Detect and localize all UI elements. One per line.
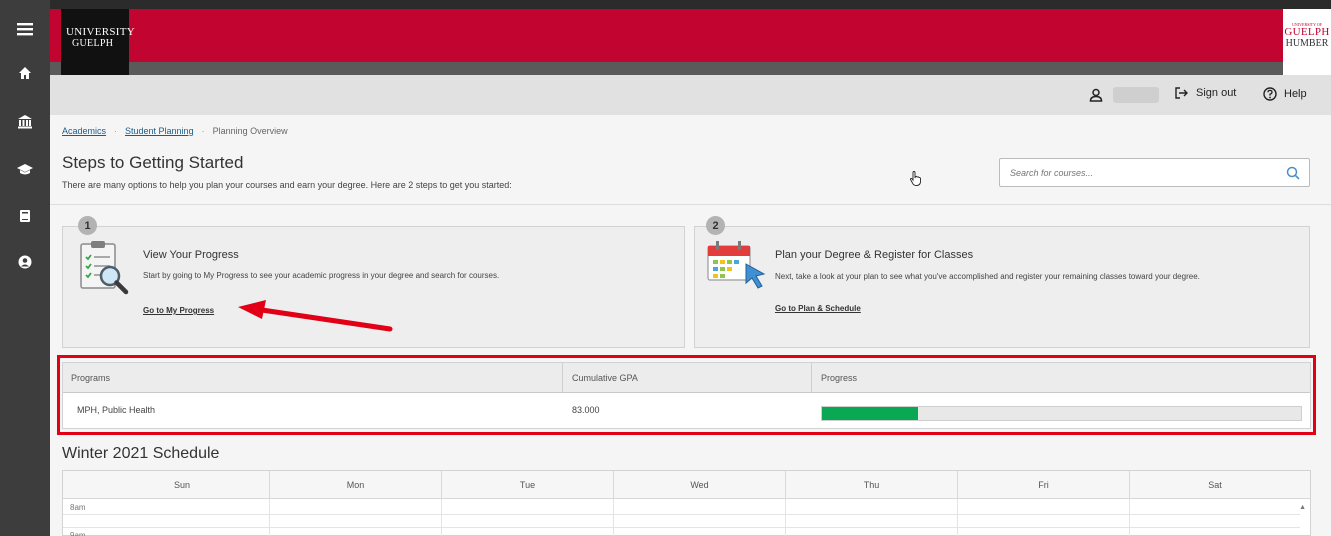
day-sat: Sat xyxy=(1129,471,1300,499)
search-icon[interactable] xyxy=(1286,166,1300,180)
grid-line xyxy=(63,527,1300,528)
day-wed: Wed xyxy=(613,471,785,499)
page-subtitle: There are many options to help you plan … xyxy=(62,180,512,190)
logo-guelph-text: GUELPH xyxy=(1284,26,1330,38)
step-card-plan-degree xyxy=(694,226,1310,348)
day-mon: Mon xyxy=(269,471,441,499)
user-name-redacted xyxy=(1113,87,1159,103)
help-link[interactable]: Help xyxy=(1263,87,1307,101)
go-to-my-progress-link[interactable]: Go to My Progress xyxy=(143,306,214,315)
bank-icon[interactable] xyxy=(0,106,50,136)
breadcrumb-current: Planning Overview xyxy=(212,126,288,136)
user-menu[interactable] xyxy=(1089,87,1159,103)
guelph-humber-logo[interactable]: UNIVERSITY OF GUELPH HUMBER xyxy=(1283,9,1331,75)
breadcrumb: Academics · Student Planning · Planning … xyxy=(62,126,288,136)
annotation-arrow-icon xyxy=(238,300,393,332)
grid-line xyxy=(613,499,614,536)
sign-out-icon xyxy=(1175,87,1188,99)
search-input[interactable] xyxy=(1000,159,1260,186)
go-to-plan-and-schedule-link[interactable]: Go to Plan & Schedule xyxy=(775,304,861,313)
graduation-cap-icon[interactable] xyxy=(0,154,50,184)
breadcrumb-separator: · xyxy=(201,126,205,136)
day-tue: Tue xyxy=(441,471,613,499)
banner-divider xyxy=(50,62,1331,75)
step-number-2: 2 xyxy=(706,216,725,235)
help-label: Help xyxy=(1284,88,1307,100)
home-icon[interactable] xyxy=(0,58,50,88)
schedule-calendar: Sun Mon Tue Wed Thu Fri Sat 8am 9am ▲ xyxy=(62,470,1311,536)
day-sun: Sun xyxy=(173,480,190,490)
sign-out-label: Sign out xyxy=(1196,87,1237,99)
step-1-description: Start by going to My Progress to see you… xyxy=(143,271,500,280)
section-divider xyxy=(50,204,1331,205)
grid-line xyxy=(785,499,786,536)
breadcrumb-academics[interactable]: Academics xyxy=(62,126,106,136)
left-sidebar xyxy=(0,0,50,536)
step-2-title: Plan your Degree & Register for Classes xyxy=(775,249,974,261)
user-icon xyxy=(1089,88,1103,102)
grid-line xyxy=(1129,499,1130,536)
grid-line xyxy=(269,499,270,536)
scroll-up-icon[interactable]: ▲ xyxy=(1299,504,1306,511)
grid-line xyxy=(441,499,442,536)
calendar-cursor-icon xyxy=(707,241,766,289)
logo-humber-text: HUMBER xyxy=(1285,38,1329,49)
grid-line xyxy=(63,514,1300,515)
annotation-highlight-box xyxy=(57,355,1316,435)
schedule-title: Winter 2021 Schedule xyxy=(62,445,220,462)
logo-line-2: GUELPH xyxy=(72,38,114,49)
time-9am: 9am xyxy=(70,531,86,536)
hand-cursor-icon xyxy=(910,171,921,186)
brand-banner xyxy=(50,9,1331,62)
step-1-title: View Your Progress xyxy=(143,249,239,261)
help-icon xyxy=(1263,87,1277,101)
course-search xyxy=(999,158,1310,187)
step-2-description: Next, take a look at your plan to see wh… xyxy=(775,272,1200,281)
day-fri: Fri xyxy=(957,471,1129,499)
university-of-guelph-logo[interactable]: UNIVERSITY GUELPH xyxy=(61,9,135,75)
top-bar xyxy=(50,0,1331,9)
clipboard-magnifier-icon xyxy=(80,241,129,295)
grid-line xyxy=(957,499,958,536)
day-thu: Thu xyxy=(785,471,957,499)
step-number-1: 1 xyxy=(78,216,97,235)
book-icon[interactable] xyxy=(0,201,50,231)
breadcrumb-student-planning[interactable]: Student Planning xyxy=(125,126,194,136)
breadcrumb-separator: · xyxy=(114,126,118,136)
time-8am: 8am xyxy=(70,503,86,512)
user-circle-icon[interactable] xyxy=(0,247,50,277)
menu-icon[interactable] xyxy=(0,14,50,44)
page-title: Steps to Getting Started xyxy=(62,153,244,172)
logo-line-1: UNIVERSITY xyxy=(66,26,135,38)
schedule-header: Sun Mon Tue Wed Thu Fri Sat xyxy=(63,471,1310,499)
sign-out-link[interactable]: Sign out xyxy=(1175,87,1236,99)
